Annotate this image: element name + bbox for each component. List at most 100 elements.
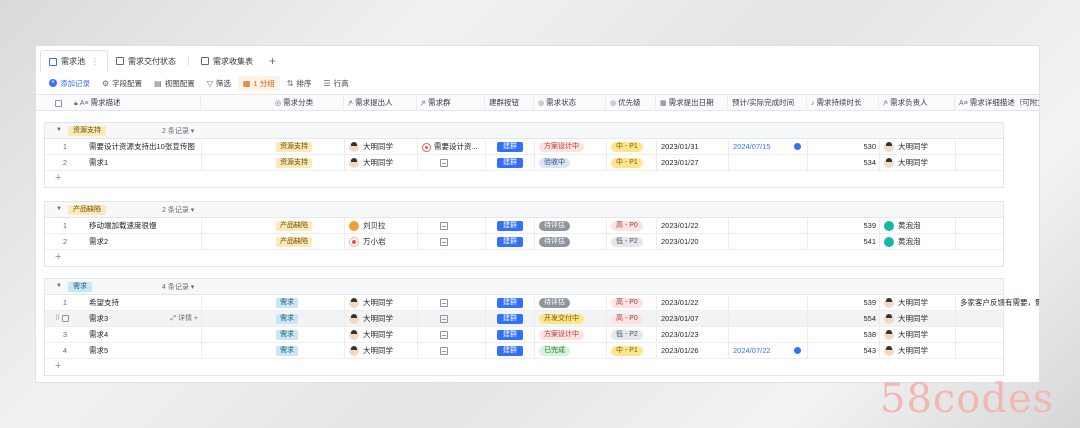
add-column-button[interactable]: + [1011, 95, 1037, 111]
cell-proposer[interactable]: 大明同学 [345, 327, 418, 342]
cell-detail[interactable]: 多家客户反馈有需要，影响销售 [956, 295, 1039, 310]
cell-button[interactable]: 建群 [486, 218, 535, 233]
header-col-2[interactable]: ዶ 需求提出人 [344, 95, 417, 111]
link-chat-icon[interactable] [440, 347, 448, 356]
table-row[interactable]: 3 需求4 需求 大明同学 建群 方案设计中低 - P2 2023/01/23 538 大明同学 [45, 327, 1003, 343]
cell-priority[interactable]: 中 - P1 [607, 343, 657, 358]
cell-status[interactable]: 已完成 [535, 343, 607, 358]
link-chat-icon[interactable] [440, 315, 448, 324]
cell-category[interactable]: 产品缺陷 [272, 234, 345, 249]
cell-desc[interactable]: 需求5 [85, 343, 202, 358]
cell-date[interactable]: 2023/01/07 [657, 311, 729, 326]
tab-2[interactable]: 需求交付状态 [108, 50, 184, 72]
calendar-icon[interactable] [794, 143, 801, 150]
cell-duration[interactable]: 541 [808, 234, 880, 249]
header-col-3[interactable]: ዶ 需求群 [417, 95, 485, 111]
cell-category[interactable]: 产品缺陷 [272, 218, 345, 233]
add-row-button[interactable]: + [45, 171, 1003, 187]
cell-chat[interactable] [418, 218, 486, 233]
cell-detail[interactable] [956, 155, 1039, 170]
tab-more-icon[interactable]: ⋮ [91, 57, 99, 66]
cell-button[interactable]: 建群 [486, 311, 535, 326]
cell-duration[interactable]: 538 [808, 327, 880, 342]
cell-done-date[interactable] [729, 311, 808, 326]
cell-detail[interactable] [956, 311, 1039, 326]
cell-button[interactable]: 建群 [486, 234, 535, 249]
group-header[interactable]: ▼ 产品缺陷 2 条记录 ▾ [45, 202, 1003, 218]
table-row[interactable]: 4 需求5 需求 大明同学 建群 已完成 中 - P1 2023/01/26 2024/07/2… [45, 343, 1003, 359]
create-group-button[interactable]: 建群 [497, 314, 523, 325]
cell-owner[interactable]: 黄泡泡 [880, 234, 956, 249]
cell-done-date[interactable] [729, 327, 808, 342]
cell-duration[interactable]: 554 [808, 311, 880, 326]
create-group-button[interactable]: 建群 [497, 330, 523, 341]
table-row[interactable]: 1 需要设计资源支持出10张宣传图 资源支持 大明同学 需要设计资... 建群 方案设计中中… [45, 139, 1003, 155]
cell-done-date[interactable]: 2024/07/15 [729, 139, 808, 154]
cell-desc[interactable]: 移动端加载速度很慢 [85, 218, 202, 233]
cell-proposer[interactable]: 刘贝拉 [345, 218, 418, 233]
cell-button[interactable]: 建群 [486, 155, 535, 170]
cell-proposer[interactable]: 大明同学 [345, 343, 418, 358]
cell-priority[interactable]: 低 - P2 [607, 327, 657, 342]
create-group-button[interactable]: 建群 [497, 346, 523, 357]
cell-status[interactable]: 方案设计中 [535, 139, 607, 154]
cell-done-date[interactable] [729, 218, 808, 233]
cell-detail[interactable] [956, 139, 1039, 154]
cell-owner[interactable]: 黄泡泡 [880, 218, 956, 233]
cell-date[interactable]: 2023/01/23 [657, 327, 729, 342]
cell-desc[interactable]: 需要设计资源支持出10张宣传图 [85, 139, 202, 154]
group-count[interactable]: 2 条记录 ▾ [162, 205, 194, 215]
cell-desc[interactable]: 需求2 [85, 234, 202, 249]
cell-date[interactable]: 2023/01/26 [657, 343, 729, 358]
tab-3[interactable]: 需求收集表 [193, 50, 261, 72]
table-row[interactable]: 1 移动端加载速度很慢 产品缺陷 刘贝拉 建群 待评估 高 - P0 2023/01/22 53… [45, 218, 1003, 234]
cell-status[interactable]: 待评估 [535, 218, 607, 233]
view-config-button[interactable]: ▤ 视图配置 [149, 76, 200, 91]
group-button[interactable]: ▦ 1 分组 [237, 75, 280, 91]
add-row-button[interactable]: + [45, 250, 1003, 266]
cell-date[interactable]: 2023/01/22 [657, 295, 729, 310]
cell-date[interactable]: 2023/01/27 [657, 155, 729, 170]
cell-duration[interactable]: 530 [808, 139, 880, 154]
cell-done-date[interactable]: 2024/07/22 [729, 343, 808, 358]
cell-desc[interactable]: 需求1 [85, 155, 202, 170]
cell-duration[interactable]: 539 [808, 295, 880, 310]
cell-duration[interactable]: 534 [808, 155, 880, 170]
header-desc[interactable]: 🔒︎ A≡ 需求描述 [44, 95, 201, 111]
cell-detail[interactable] [956, 218, 1039, 233]
cell-proposer[interactable]: 大明同学 [345, 311, 418, 326]
cell-owner[interactable]: 大明同学 [880, 155, 956, 170]
cell-button[interactable]: 建群 [486, 139, 535, 154]
create-group-button[interactable]: 建群 [497, 298, 523, 309]
cell-owner[interactable]: 大明同学 [880, 295, 956, 310]
add-record-button[interactable]: + 添加记录 [44, 76, 95, 91]
header-col-4[interactable]: 建群按钮 [485, 95, 534, 111]
cell-category[interactable]: 需求 [272, 327, 345, 342]
link-chat-icon[interactable] [440, 299, 448, 308]
header-col-1[interactable]: ◎ 需求分类 [271, 95, 344, 111]
cell-detail[interactable] [956, 234, 1039, 249]
row-checkbox[interactable] [62, 314, 70, 322]
cell-desc[interactable]: 需求4 [85, 327, 202, 342]
add-tab-button[interactable]: + [261, 54, 284, 72]
cell-priority[interactable]: 中 - P1 [607, 139, 657, 154]
table-row[interactable]: 2 需求1 资源支持 大明同学 建群 验收中中 - P1 2023/01/27 534 大明同学 [45, 155, 1003, 171]
cell-proposer[interactable]: 大明同学 [345, 155, 418, 170]
table-row[interactable]: 1 希望支持 需求 大明同学 建群 待评估高 - P0 2023/01/22 539 大明同学多… [45, 295, 1039, 311]
cell-status[interactable]: 开发交付中 [535, 311, 607, 326]
cell-status[interactable]: 待评估 [535, 295, 607, 310]
cell-button[interactable]: 建群 [486, 295, 535, 310]
cell-chat[interactable] [418, 155, 486, 170]
cell-detail[interactable] [956, 327, 1039, 342]
cell-chat[interactable] [418, 343, 486, 358]
calendar-icon[interactable] [794, 347, 801, 354]
cell-category[interactable]: 资源支持 [272, 139, 345, 154]
cell-chat[interactable] [418, 234, 486, 249]
cell-category[interactable]: 资源支持 [272, 155, 345, 170]
create-group-button[interactable]: 建群 [497, 237, 523, 248]
cell-priority[interactable]: 高 - P0 [607, 295, 657, 310]
cell-status[interactable]: 待评估 [535, 234, 607, 249]
table-row[interactable]: ⠿ 需求3 ⤢ 详情 + 需求 大明同学 建群 开发交付中 高 - P0 2023/01/07… [45, 311, 1003, 327]
row-drag-handle[interactable]: ⠿ [55, 314, 70, 322]
select-all-checkbox[interactable] [55, 99, 62, 107]
